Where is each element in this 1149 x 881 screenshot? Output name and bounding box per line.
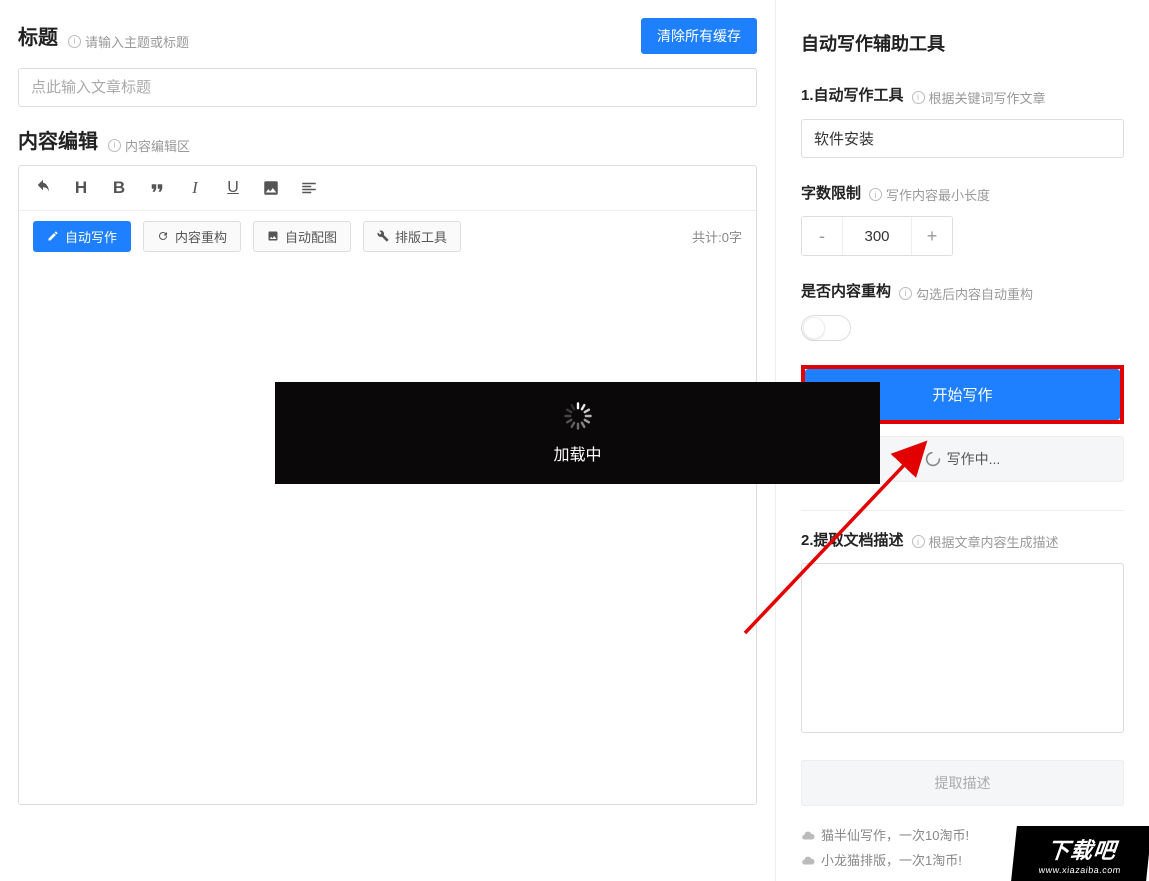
spinner-icon [925,451,941,467]
writing-status-label: 写作中... [947,449,1001,469]
content-edit-hint: i 内容编辑区 [108,136,190,155]
stepper-minus-button[interactable]: - [802,217,842,255]
info-icon: i [869,188,882,201]
word-limit-hint: i 写作内容最小长度 [869,185,990,204]
stepper-plus-button[interactable]: + [912,217,952,255]
footer-text-1: 猫半仙写作，一次10淘币! [821,824,969,849]
divider [801,510,1124,511]
underline-button[interactable]: U [223,178,243,198]
info-icon: i [912,535,925,548]
auto-image-label: 自动配图 [285,227,337,246]
section1-hint: i 根据关键词写作文章 [912,88,1046,107]
quote-icon[interactable] [147,178,167,198]
word-count: 共计:0字 [692,227,742,246]
info-icon: i [108,139,121,152]
footer-text-2: 小龙猫排版，一次1淘币! [821,849,962,874]
word-limit-stepper: - + [801,216,953,256]
align-icon[interactable] [299,178,319,198]
section2-name: 2.提取文档描述 [801,529,904,550]
title-label: 标题 [18,21,58,50]
auto-write-button[interactable]: 自动写作 [33,221,131,252]
title-header-row: 标题 i 请输入主题或标题 清除所有缓存 [18,18,757,54]
title-hint-text: 请输入主题或标题 [85,32,189,51]
info-icon: i [68,35,81,48]
rebuild-label: 内容重构 [175,227,227,246]
toggle-knob [803,317,825,339]
rebuild-toggle-name: 是否内容重构 [801,280,891,301]
heading-button[interactable]: H [71,178,91,198]
cloud-icon [801,854,815,868]
rebuild-toggle-hint-text: 勾选后内容自动重构 [916,284,1033,303]
rebuild-toggle[interactable] [801,315,851,341]
watermark-small: www.xiazaiba.com [1038,865,1121,875]
italic-button[interactable]: I [185,178,205,198]
editor-actionbar: 自动写作 内容重构 自动配图 排版工具 共计:0字 [19,211,756,262]
clear-cache-button[interactable]: 清除所有缓存 [641,18,757,54]
word-limit-name: 字数限制 [801,182,861,203]
editor-container: H B I U 自动写作 [18,165,757,805]
watermark-logo: 下载吧 www.xiazaiba.com [1011,826,1149,881]
extract-description-button[interactable]: 提取描述 [801,760,1124,806]
auto-image-button[interactable]: 自动配图 [253,221,351,252]
rebuild-toggle-hint: i 勾选后内容自动重构 [899,284,1033,303]
sidebar-panel-title: 自动写作辅助工具 [801,30,1124,56]
editor-toolbar: H B I U [19,166,756,211]
undo-icon[interactable] [33,178,53,198]
word-limit-hint-text: 写作内容最小长度 [886,185,990,204]
section2-hint-text: 根据文章内容生成描述 [929,532,1059,551]
loading-text: 加载中 [553,441,601,465]
cloud-icon [801,829,815,843]
info-icon: i [912,91,925,104]
section1-hint-text: 根据关键词写作文章 [929,88,1046,107]
bold-button[interactable]: B [109,178,129,198]
info-icon: i [899,287,912,300]
section1-name: 1.自动写作工具 [801,84,904,105]
editor-content-area[interactable] [19,262,756,802]
title-hint: i 请输入主题或标题 [68,32,189,51]
auto-write-label: 自动写作 [65,227,117,246]
content-edit-label: 内容编辑 [18,125,98,154]
stepper-input[interactable] [842,217,912,255]
image-icon[interactable] [261,178,281,198]
content-hint-text: 内容编辑区 [125,136,190,155]
rebuild-button[interactable]: 内容重构 [143,221,241,252]
watermark-big: 下载吧 [1046,833,1118,865]
loading-overlay: 加载中 [275,382,880,484]
spinner-icon [563,401,593,431]
keyword-input[interactable] [801,119,1124,158]
typeset-label: 排版工具 [395,227,447,246]
article-title-input[interactable] [18,68,757,107]
description-textarea[interactable] [801,563,1124,733]
section2-hint: i 根据文章内容生成描述 [912,532,1059,551]
typeset-button[interactable]: 排版工具 [363,221,461,252]
